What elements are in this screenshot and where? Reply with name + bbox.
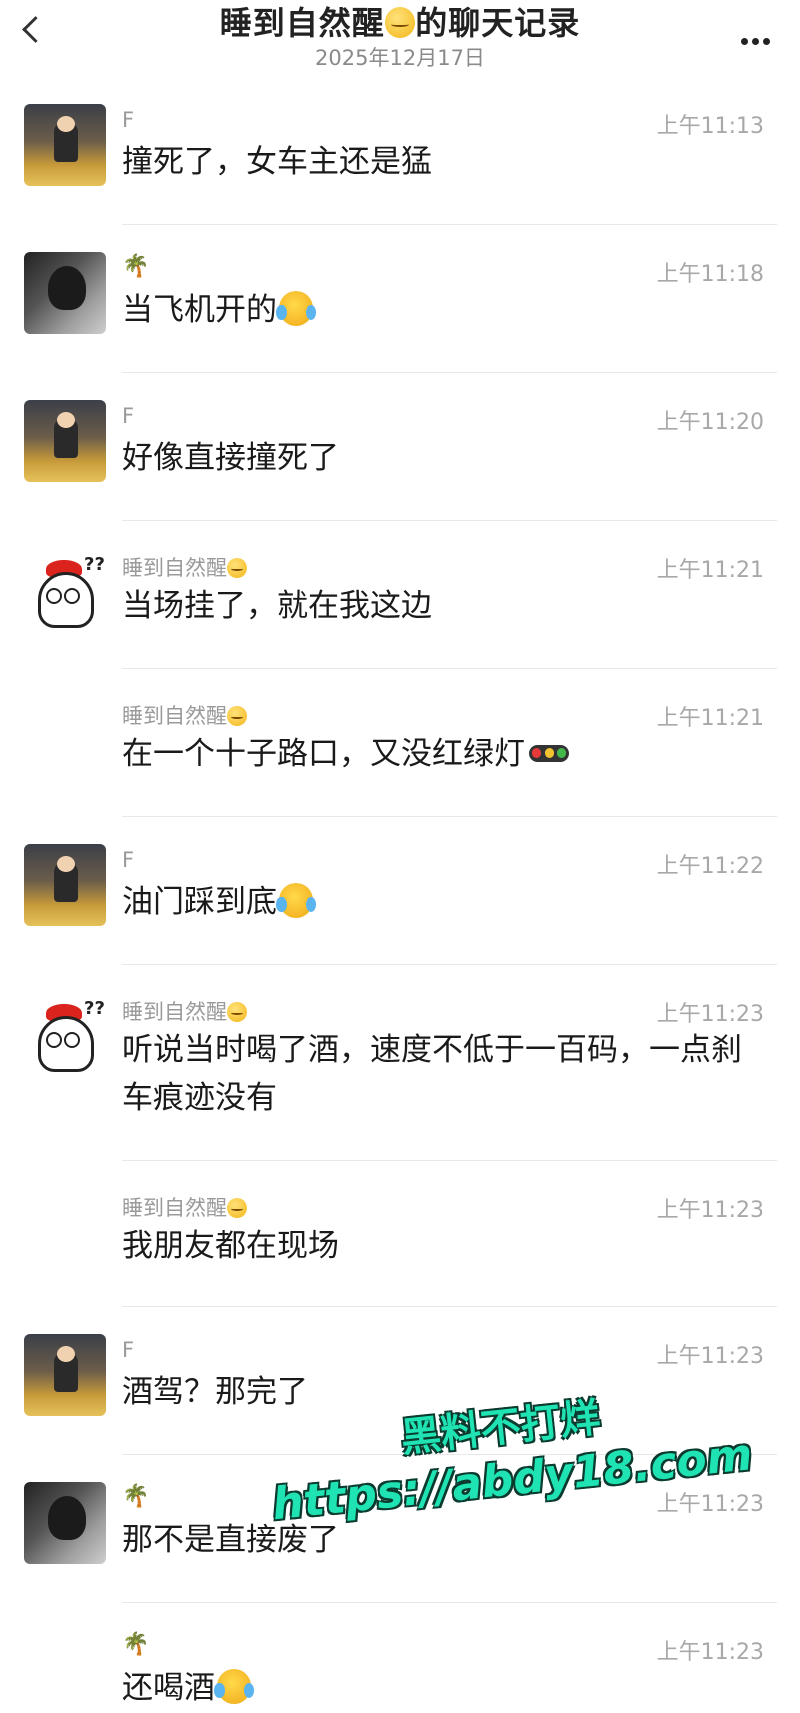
title-suffix: 的聊天记录 [415,4,581,42]
message-time: 上午11:23 [656,1492,764,1517]
sender-name-text: 睡到自然醒 [122,704,227,728]
avatar[interactable] [24,1482,106,1564]
avatar[interactable] [24,252,106,334]
message-text: 还喝酒 [122,1664,762,1712]
message-time: 上午11:18 [656,262,764,287]
message-text: 听说当时喝了酒，速度不低于一百码，一点刹车痕迹没有 [122,1032,742,1116]
message-time: 上午11:20 [656,410,764,435]
divider [122,1454,777,1455]
sleeping-face-emoji-icon [227,1001,247,1022]
divider [122,668,777,669]
avatar[interactable] [24,1334,106,1416]
message-time: 上午11:21 [656,706,764,731]
message-time: 上午11:13 [656,114,764,139]
traffic-light-emoji-icon [529,745,570,763]
sender-name: F [122,848,135,872]
sleeping-face-emoji-icon [384,7,416,38]
message-time: 上午11:23 [656,1344,764,1369]
sender-name: 🌴 [122,1632,149,1657]
avatar[interactable] [24,104,106,186]
message-text: 我朋友都在现场 [122,1228,339,1264]
sender-name-text: 睡到自然醒 [122,1196,227,1220]
message-text: 好像直接撞死了 [122,440,339,476]
chat-date: 2025年12月17日 [315,46,485,70]
divider [122,964,777,965]
message-time: 上午11:22 [656,854,764,879]
sleeping-face-emoji-icon [227,557,247,578]
title-prefix: 睡到自然醒 [219,4,385,42]
message-text-content: 油门踩到底 [122,884,277,920]
palm-tree-icon: 🌴 [122,1632,150,1657]
sender-name: 🌴 [122,254,149,279]
divider [122,1602,777,1603]
divider [122,1306,777,1307]
sender-name: 🌴 [122,1484,149,1509]
sender-name-text: 睡到自然醒 [122,1000,227,1024]
sender-name-text: 睡到自然醒 [122,556,227,580]
message-text-content: 当飞机开的 [122,292,277,328]
message-text-content: 在一个十子路口，又没红绿灯 [122,736,525,772]
avatar[interactable]: ?? [24,992,106,1074]
message-text: 在一个十子路口，又没红绿灯 [122,730,762,778]
message-text: 当飞机开的 [122,286,762,334]
message-text: 撞死了，女车主还是猛 [122,144,432,180]
crying-laughing-emoji-icon [214,1669,254,1704]
message-text: 油门踩到底 [122,878,762,926]
avatar[interactable] [24,844,106,926]
crying-laughing-emoji-icon [276,291,316,326]
avatar[interactable] [24,400,106,482]
sender-name: 睡到自然醒 [122,700,247,730]
divider [122,816,777,817]
sender-name: 睡到自然醒 [122,552,247,582]
message-time: 上午11:23 [656,1198,764,1223]
page-title: 睡到自然醒 的聊天记录 [0,0,800,44]
more-options-icon[interactable] [739,22,772,52]
avatar[interactable]: ?? [24,548,106,630]
sender-name: 睡到自然醒 [122,1192,247,1222]
chat-header: 睡到自然醒 的聊天记录 2025年12月17日 [0,0,800,80]
divider [122,224,777,225]
palm-tree-icon: 🌴 [122,254,150,279]
sleeping-face-emoji-icon [227,1197,247,1218]
sender-name: F [122,108,135,132]
palm-tree-icon: 🌴 [122,1484,150,1509]
divider [122,1160,777,1161]
crying-laughing-emoji-icon [276,883,316,918]
message-time: 上午11:23 [656,1640,764,1665]
divider [122,372,777,373]
message-time: 上午11:21 [656,558,764,583]
sleeping-face-emoji-icon [227,705,247,726]
message-text: 那不是直接废了 [122,1522,339,1558]
message-text: 酒驾？那完了 [122,1374,308,1410]
message-text-content: 还喝酒 [122,1670,215,1706]
sender-name: F [122,1338,135,1362]
sender-name: 睡到自然醒 [122,996,247,1026]
sender-name: F [122,404,135,428]
message-time: 上午11:23 [656,1002,764,1027]
message-text: 当场挂了，就在我这边 [122,588,432,624]
divider [122,520,777,521]
